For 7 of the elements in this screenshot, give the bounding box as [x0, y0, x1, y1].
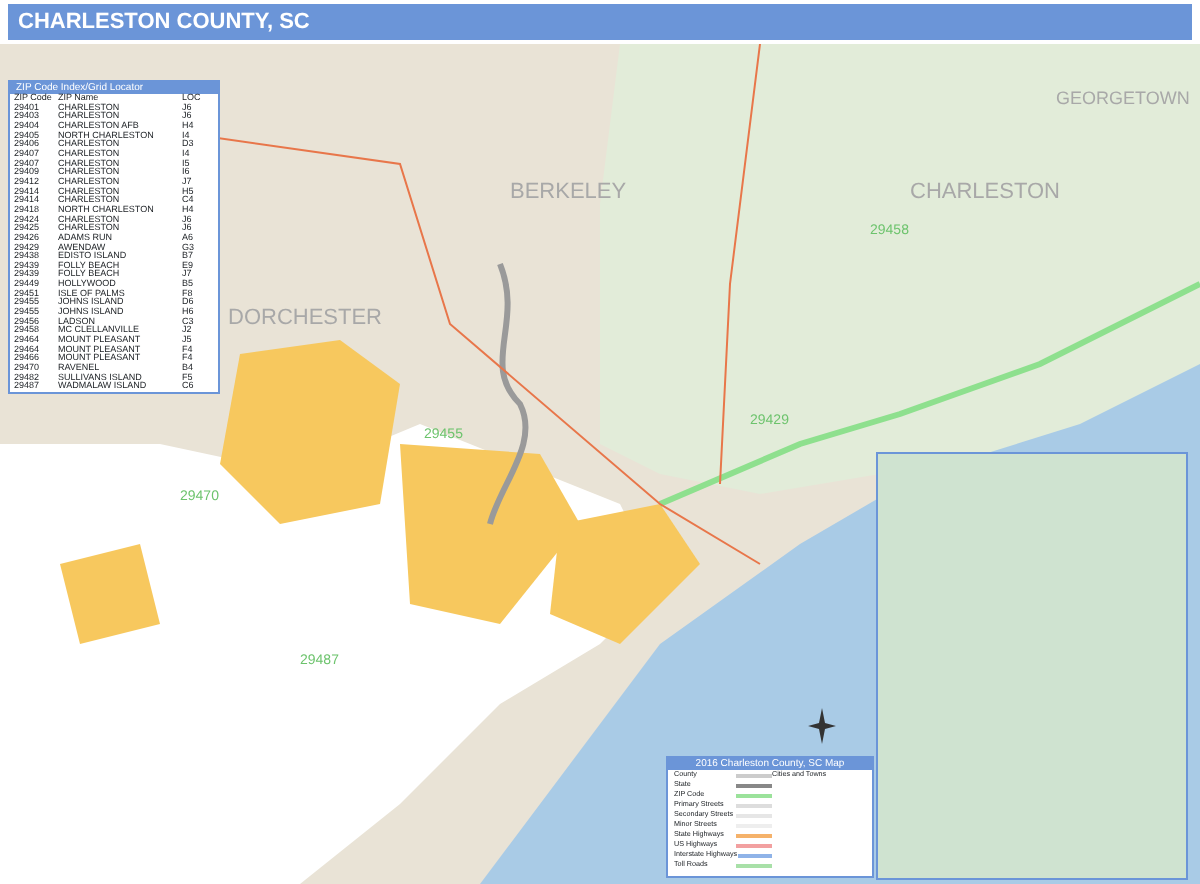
county-label: DORCHESTER — [228, 306, 383, 330]
urban-area — [60, 544, 160, 644]
county-label: CHARLESTON — [910, 180, 1060, 204]
county-label: GEORGETOWN — [1056, 88, 1190, 108]
map-title: CHARLESTON COUNTY, SC — [16, 7, 310, 38]
county-label: BERKELEY — [510, 180, 627, 204]
compass-rose-icon — [808, 708, 836, 744]
